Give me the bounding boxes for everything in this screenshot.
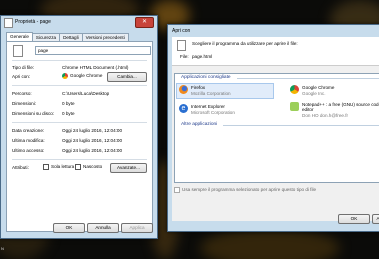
created-label: Data creazione: xyxy=(12,128,45,133)
recommended-header: Applicazioni consigliate xyxy=(181,75,231,80)
program-vendor: Don HO don.h@free.fr xyxy=(302,113,349,118)
ok-button[interactable]: OK xyxy=(53,223,85,233)
divider xyxy=(237,78,379,79)
created-value: Oggi 24 luglio 2016, 12:04:00 xyxy=(62,128,123,133)
internet-explorer-icon: e xyxy=(179,104,188,113)
program-name: Notepad++ : a free (GNU) source code edi… xyxy=(302,102,379,112)
divider xyxy=(223,125,379,126)
file-icon xyxy=(177,40,186,51)
program-vendor: Google Inc. xyxy=(302,91,326,96)
change-button[interactable]: Cambia... xyxy=(107,72,147,82)
accessed-value: Oggi 24 luglio 2016, 12:04:00 xyxy=(62,148,123,153)
firefox-icon xyxy=(179,85,188,94)
size-value: 0 byte xyxy=(62,101,75,106)
open-with-window: Apri con Scegliere il programma da utili… xyxy=(167,24,379,232)
opens-label: Apri con: xyxy=(12,74,31,79)
divider xyxy=(12,159,147,160)
checkbox-box[interactable] xyxy=(75,164,81,170)
chrome-icon xyxy=(290,85,299,94)
apply-button[interactable]: Applica xyxy=(121,223,153,233)
divider xyxy=(12,122,147,123)
file-icon xyxy=(13,45,23,57)
disk-size-value: 0 byte xyxy=(62,111,75,116)
close-button[interactable]: ✕ xyxy=(135,17,154,28)
type-value: Chrome HTML Document (.html) xyxy=(62,65,129,70)
cancel-button[interactable]: A xyxy=(372,214,379,224)
header-area: Scegliere il programma da utilizzare per… xyxy=(172,37,379,66)
checkbox-box[interactable] xyxy=(43,164,49,170)
modified-value: Oggi 24 luglio 2016, 12:04:00 xyxy=(62,138,123,143)
divider xyxy=(12,85,147,86)
path-label: Percorso: xyxy=(12,91,32,96)
program-list: Applicazioni consigliate Firefox Mozilla… xyxy=(174,73,379,183)
modified-label: Ultima modifica: xyxy=(12,138,45,143)
cancel-button[interactable]: Annulla xyxy=(87,223,119,233)
file-value: page.html xyxy=(192,54,213,59)
size-label: Dimensioni: xyxy=(12,101,36,106)
program-vendor: Mozilla Corporation xyxy=(191,91,231,96)
divider xyxy=(12,60,147,61)
file-icon xyxy=(4,18,13,28)
program-name: Google Chrome xyxy=(302,85,335,90)
open-with-body: Scegliere il programma da utilizzare per… xyxy=(172,37,379,224)
always-use-checkbox[interactable]: Usa sempre il programma selezionato per … xyxy=(174,187,316,193)
ok-button[interactable]: OK xyxy=(338,214,370,224)
other-header: Altre applicazioni xyxy=(181,122,218,127)
advanced-button[interactable]: Avanzate... xyxy=(110,163,147,173)
hidden-checkbox[interactable]: Nascosto xyxy=(75,164,102,170)
attributes-label: Attributi: xyxy=(12,165,29,170)
accessed-label: Ultimo accesso: xyxy=(12,148,45,153)
file-label: File: xyxy=(180,54,189,59)
readonly-checkbox[interactable]: Sola lettura xyxy=(43,164,74,170)
program-vendor: Microsoft Corporation xyxy=(191,110,235,115)
instruction-text: Scegliere il programma da utilizzare per… xyxy=(192,41,298,46)
notepadpp-icon xyxy=(290,102,299,111)
tab-bar: Generale Sicurezza Dettagli Versioni pre… xyxy=(6,32,129,42)
disk-size-label: Dimensioni su disco: xyxy=(12,111,55,116)
open-with-titlebar[interactable]: Apri con xyxy=(168,25,379,37)
window-title: Proprietà - page xyxy=(15,19,51,25)
filename-field[interactable]: page xyxy=(35,46,151,55)
program-name: Firefox xyxy=(191,85,206,90)
program-name: Internet Explorer xyxy=(191,104,225,109)
general-panel: page Tipo di file: Chrome HTML Document … xyxy=(6,41,153,232)
type-label: Tipo di file: xyxy=(12,65,35,70)
properties-titlebar[interactable]: Proprietà - page ✕ xyxy=(1,16,157,28)
path-value: C:\Users\Luca\Desktop xyxy=(62,91,110,96)
window-title: Apri con xyxy=(172,28,191,34)
checkbox-box[interactable] xyxy=(174,187,180,193)
desktop-label: N xyxy=(1,246,4,251)
chrome-icon xyxy=(62,73,68,79)
properties-window: Proprietà - page ✕ Generale Sicurezza De… xyxy=(0,15,158,239)
opens-value: Google Chrome xyxy=(62,73,102,79)
